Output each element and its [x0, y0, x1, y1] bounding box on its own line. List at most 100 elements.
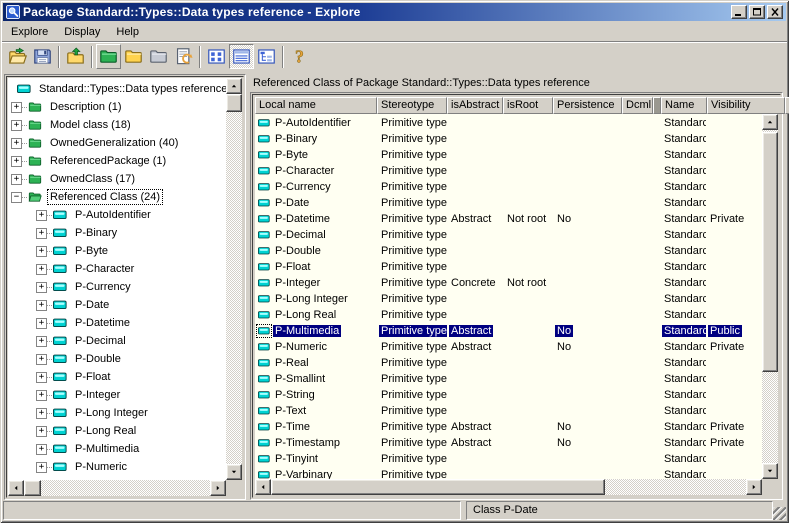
cell-visibility[interactable]	[706, 387, 762, 403]
cell-collapsed[interactable]	[653, 259, 660, 275]
cell-stereotype[interactable]: Primitive type	[377, 387, 447, 403]
cell-local-name[interactable]: P-Byte	[255, 147, 377, 163]
cell-collapsed[interactable]	[653, 339, 660, 355]
cell-local-name[interactable]: P-Currency	[255, 179, 377, 195]
cell-isabstract[interactable]	[447, 403, 503, 419]
cell-isroot[interactable]	[503, 163, 553, 179]
cell-dcml[interactable]	[622, 163, 653, 179]
table-row[interactable]: P-MultimediaPrimitive typeAbstractNoStan…	[255, 323, 762, 339]
table-row[interactable]: P-StringPrimitive typeStandarc	[255, 387, 762, 403]
cell-stereotype[interactable]: Primitive type	[377, 355, 447, 371]
cell-isroot[interactable]	[503, 307, 553, 323]
tree-item-p-date[interactable]: +P-Date	[8, 296, 226, 314]
cell-persistence[interactable]	[553, 195, 622, 211]
cell-isroot[interactable]	[503, 339, 553, 355]
cell-visibility[interactable]	[706, 259, 762, 275]
cell-local-name[interactable]: P-Tinyint	[255, 451, 377, 467]
cell-dcml[interactable]	[622, 355, 653, 371]
cell-name[interactable]: Standarc	[660, 435, 706, 451]
cell-name[interactable]: Standarc	[660, 403, 706, 419]
cell-stereotype[interactable]: Primitive type	[377, 227, 447, 243]
cell-visibility[interactable]	[706, 371, 762, 387]
cell-stereotype[interactable]: Primitive type	[377, 115, 447, 131]
cell-local-name[interactable]: P-Real	[255, 355, 377, 371]
cell-persistence[interactable]	[553, 179, 622, 195]
cell-dcml[interactable]	[622, 323, 653, 339]
expand-toggle[interactable]: +	[36, 408, 47, 419]
cell-isabstract[interactable]	[447, 227, 503, 243]
cell-persistence[interactable]	[553, 259, 622, 275]
expand-toggle[interactable]: +	[36, 426, 47, 437]
cell-isabstract[interactable]	[447, 259, 503, 275]
table-row[interactable]: P-CharacterPrimitive typeStandarc	[255, 163, 762, 179]
cell-dcml[interactable]	[622, 307, 653, 323]
cell-isroot[interactable]	[503, 371, 553, 387]
scroll-right-button[interactable]	[210, 480, 226, 496]
cell-dcml[interactable]	[622, 227, 653, 243]
column-header-dcml[interactable]: Dcml	[622, 97, 653, 114]
cell-visibility[interactable]	[706, 179, 762, 195]
cell-isabstract[interactable]: Abstract	[447, 323, 503, 339]
cell-isabstract[interactable]	[447, 179, 503, 195]
cell-name[interactable]: Standarc	[660, 243, 706, 259]
cell-stereotype[interactable]: Primitive type	[377, 451, 447, 467]
cell-collapsed[interactable]	[653, 355, 660, 371]
cell-local-name[interactable]: P-Integer	[255, 275, 377, 291]
cell-visibility[interactable]	[706, 227, 762, 243]
cell-local-name[interactable]: P-Float	[255, 259, 377, 275]
cell-collapsed[interactable]	[653, 227, 660, 243]
cell-persistence[interactable]	[553, 387, 622, 403]
cell-name[interactable]: Standarc	[660, 419, 706, 435]
cell-dcml[interactable]	[622, 275, 653, 291]
cell-stereotype[interactable]: Primitive type	[377, 403, 447, 419]
cell-visibility[interactable]: Public	[706, 323, 762, 339]
cell-local-name[interactable]: P-Double	[255, 243, 377, 259]
cell-isroot[interactable]	[503, 259, 553, 275]
cell-local-name[interactable]: P-AutoIdentifier	[255, 115, 377, 131]
expand-toggle[interactable]: +	[36, 390, 47, 401]
cell-dcml[interactable]	[622, 339, 653, 355]
cell-isabstract[interactable]: Abstract	[447, 339, 503, 355]
expand-toggle[interactable]: +	[36, 354, 47, 365]
expand-toggle[interactable]: +	[36, 246, 47, 257]
cell-persistence[interactable]	[553, 403, 622, 419]
cell-collapsed[interactable]	[653, 291, 660, 307]
cell-isabstract[interactable]: Abstract	[447, 419, 503, 435]
save-button[interactable]	[30, 44, 55, 69]
cell-persistence[interactable]: No	[553, 419, 622, 435]
cell-name[interactable]: Standarc	[660, 259, 706, 275]
cell-isroot[interactable]	[503, 419, 553, 435]
cell-collapsed[interactable]	[653, 467, 660, 479]
cell-local-name[interactable]: P-Multimedia	[255, 323, 377, 339]
column-header-name[interactable]: Name	[661, 97, 707, 114]
cell-local-name[interactable]: P-Numeric	[255, 339, 377, 355]
cell-collapsed[interactable]	[653, 147, 660, 163]
cell-isabstract[interactable]: Concrete	[447, 275, 503, 291]
table-row[interactable]: P-IntegerPrimitive typeConcreteNot rootS…	[255, 275, 762, 291]
cell-isroot[interactable]: Not root	[503, 275, 553, 291]
cell-dcml[interactable]	[622, 131, 653, 147]
cell-visibility[interactable]	[706, 291, 762, 307]
scrollbar-thumb[interactable]	[271, 479, 605, 495]
table-row[interactable]: P-TimestampPrimitive typeAbstractNoStand…	[255, 435, 762, 451]
table-row[interactable]: P-DatePrimitive typeStandarc	[255, 195, 762, 211]
cell-stereotype[interactable]: Primitive type	[377, 339, 447, 355]
tree-item-p-autoidentifier[interactable]: +P-AutoIdentifier	[8, 206, 226, 224]
cell-dcml[interactable]	[622, 419, 653, 435]
cell-stereotype[interactable]: Primitive type	[377, 259, 447, 275]
cell-isabstract[interactable]	[447, 467, 503, 479]
cell-dcml[interactable]	[622, 371, 653, 387]
menu-help[interactable]: Help	[108, 24, 147, 40]
cell-stereotype[interactable]: Primitive type	[377, 163, 447, 179]
tree-item-model-class-18[interactable]: +Model class (18)	[8, 116, 226, 134]
scroll-left-button[interactable]	[255, 479, 271, 495]
table-row[interactable]: P-Long RealPrimitive typeStandarc	[255, 307, 762, 323]
cell-isabstract[interactable]: Abstract	[447, 435, 503, 451]
cell-persistence[interactable]	[553, 243, 622, 259]
scroll-up-button[interactable]	[226, 78, 242, 94]
cell-persistence[interactable]	[553, 163, 622, 179]
cell-isroot[interactable]	[503, 355, 553, 371]
cell-persistence[interactable]	[553, 115, 622, 131]
package-folder-button[interactable]	[96, 44, 121, 69]
cell-name[interactable]: Standarc	[660, 451, 706, 467]
